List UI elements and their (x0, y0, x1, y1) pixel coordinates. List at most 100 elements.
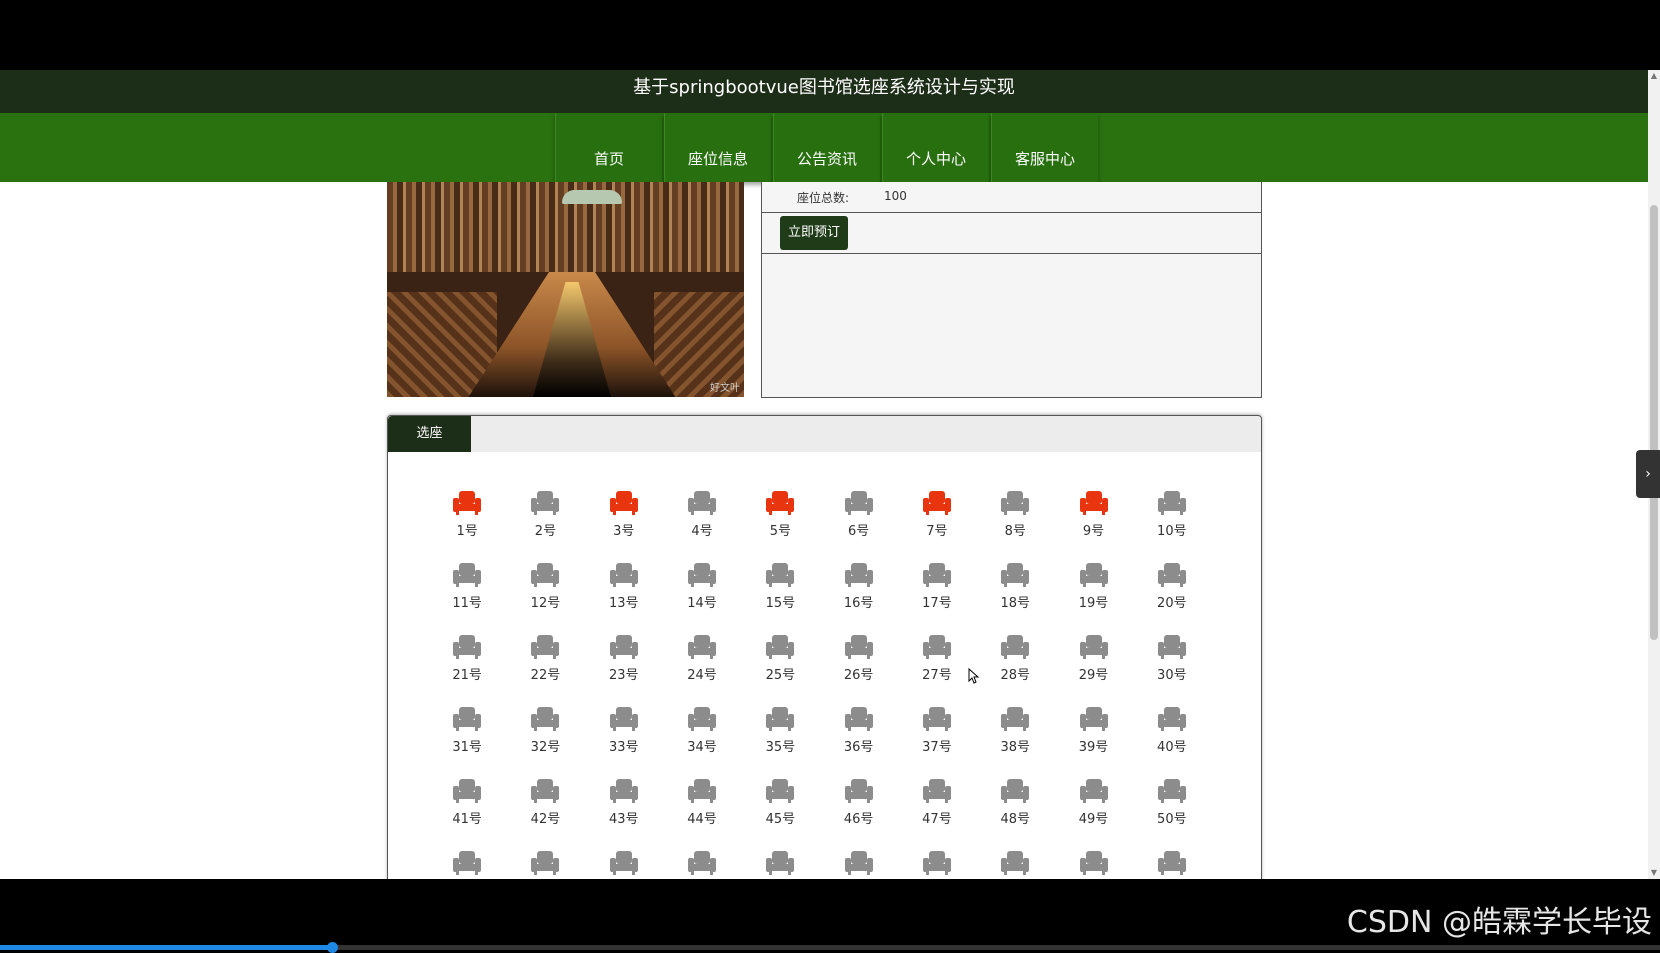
seat-item[interactable]: 17号 (898, 562, 976, 626)
seat-item[interactable]: 21号 (428, 634, 506, 698)
nav-item-announcements[interactable]: 公告资讯 (773, 113, 880, 182)
nav-item-personal-center[interactable]: 个人中心 (882, 113, 989, 182)
seat-chair-icon (609, 706, 639, 732)
main-navbar: 首页 座位信息 公告资讯 个人中心 客服中心 (0, 113, 1648, 182)
seat-item[interactable]: 47号 (898, 778, 976, 842)
seat-chair-icon (1157, 490, 1187, 516)
seat-item[interactable]: 15号 (741, 562, 819, 626)
seat-item[interactable]: 48号 (976, 778, 1054, 842)
seat-item[interactable]: 29号 (1054, 634, 1132, 698)
seat-item[interactable]: 24号 (663, 634, 741, 698)
seat-item[interactable]: 27号 (898, 634, 976, 698)
seat-label: 31号 (452, 740, 482, 755)
seat-item[interactable]: 22号 (506, 634, 584, 698)
seat-item[interactable]: 30号 (1133, 634, 1211, 698)
seat-item[interactable]: 43号 (585, 778, 663, 842)
side-panel-toggle[interactable]: › (1636, 450, 1660, 498)
seat-item[interactable]: 10号 (1133, 490, 1211, 554)
seat-item[interactable] (976, 850, 1054, 879)
seat-item[interactable]: 2号 (506, 490, 584, 554)
seat-item[interactable]: 50号 (1133, 778, 1211, 842)
seat-chair-icon (1079, 850, 1109, 876)
seat-item[interactable]: 42号 (506, 778, 584, 842)
seat-item[interactable] (819, 850, 897, 879)
seat-chair-icon (922, 778, 952, 804)
seat-chair-icon (844, 490, 874, 516)
seat-item[interactable]: 32号 (506, 706, 584, 770)
tab-select-seat[interactable]: 选座 (388, 416, 471, 452)
seat-chair-icon (530, 490, 560, 516)
seat-item[interactable]: 4号 (663, 490, 741, 554)
seat-item[interactable] (428, 850, 506, 879)
seat-item[interactable]: 49号 (1054, 778, 1132, 842)
seat-item[interactable]: 9号 (1054, 490, 1132, 554)
seat-label: 34号 (687, 740, 717, 755)
seat-item[interactable] (1133, 850, 1211, 879)
library-photo: 好文叶 (387, 182, 744, 397)
seat-item[interactable] (663, 850, 741, 879)
seat-item[interactable]: 41号 (428, 778, 506, 842)
seat-item[interactable]: 6号 (819, 490, 897, 554)
nav-item-customer-service[interactable]: 客服中心 (991, 113, 1098, 182)
seat-item[interactable]: 12号 (506, 562, 584, 626)
seat-item[interactable]: 38号 (976, 706, 1054, 770)
seat-item[interactable]: 39号 (1054, 706, 1132, 770)
seat-label: 39号 (1078, 740, 1109, 755)
seat-label: 30号 (1157, 668, 1187, 683)
seat-item[interactable]: 36号 (819, 706, 897, 770)
seat-item[interactable] (741, 850, 819, 879)
seat-label: 21号 (452, 668, 482, 683)
seat-label: 40号 (1157, 740, 1187, 755)
seat-chair-icon (687, 778, 717, 804)
seat-item[interactable]: 40号 (1133, 706, 1211, 770)
seat-label: 50号 (1157, 812, 1187, 827)
seat-item[interactable]: 19号 (1054, 562, 1132, 626)
seat-item[interactable]: 14号 (663, 562, 741, 626)
seat-item[interactable]: 34号 (663, 706, 741, 770)
mouse-cursor-icon (968, 668, 980, 684)
seat-item[interactable]: 28号 (976, 634, 1054, 698)
scroll-up-icon[interactable]: ▲ (1650, 72, 1658, 80)
browser-viewport: 基于springbootvue图书馆选座系统设计与实现 首页 座位信息 公告资讯… (0, 70, 1648, 879)
page-title: 基于springbootvue图书馆选座系统设计与实现 (0, 70, 1648, 116)
seat-item[interactable] (506, 850, 584, 879)
seat-item[interactable]: 35号 (741, 706, 819, 770)
seat-chair-icon (765, 490, 795, 516)
seat-item[interactable]: 46号 (819, 778, 897, 842)
seat-item[interactable] (585, 850, 663, 879)
seat-item[interactable]: 18号 (976, 562, 1054, 626)
seat-item[interactable]: 26号 (819, 634, 897, 698)
seat-item[interactable]: 37号 (898, 706, 976, 770)
seat-item[interactable]: 13号 (585, 562, 663, 626)
seat-item[interactable]: 20号 (1133, 562, 1211, 626)
seat-item[interactable]: 16号 (819, 562, 897, 626)
seat-chair-icon (530, 778, 560, 804)
seat-item[interactable]: 23号 (585, 634, 663, 698)
seat-item[interactable]: 25号 (741, 634, 819, 698)
seat-item[interactable] (898, 850, 976, 879)
seat-item[interactable] (1054, 850, 1132, 879)
seat-item[interactable]: 11号 (428, 562, 506, 626)
scroll-down-icon[interactable]: ▼ (1650, 869, 1658, 877)
scrollbar-thumb[interactable] (1650, 205, 1658, 640)
seat-chair-icon (609, 562, 639, 588)
seat-item[interactable]: 44号 (663, 778, 741, 842)
seat-item[interactable]: 3号 (585, 490, 663, 554)
seat-item[interactable]: 7号 (898, 490, 976, 554)
nav-item-home[interactable]: 首页 (555, 113, 662, 182)
nav-item-seat-info[interactable]: 座位信息 (664, 113, 771, 182)
seat-item[interactable]: 45号 (741, 778, 819, 842)
seat-item[interactable]: 5号 (741, 490, 819, 554)
seat-item[interactable]: 8号 (976, 490, 1054, 554)
seat-chair-icon (687, 706, 717, 732)
seat-item[interactable]: 1号 (428, 490, 506, 554)
book-now-button[interactable]: 立即预订 (780, 216, 848, 250)
seat-item[interactable]: 31号 (428, 706, 506, 770)
video-progress-knob[interactable] (327, 942, 338, 953)
seat-chair-icon (687, 850, 717, 876)
seat-chair-icon (609, 778, 639, 804)
seat-label: 10号 (1157, 524, 1187, 539)
seat-item[interactable]: 33号 (585, 706, 663, 770)
seat-chair-icon (922, 850, 952, 876)
video-progress-bar[interactable] (0, 942, 1660, 953)
